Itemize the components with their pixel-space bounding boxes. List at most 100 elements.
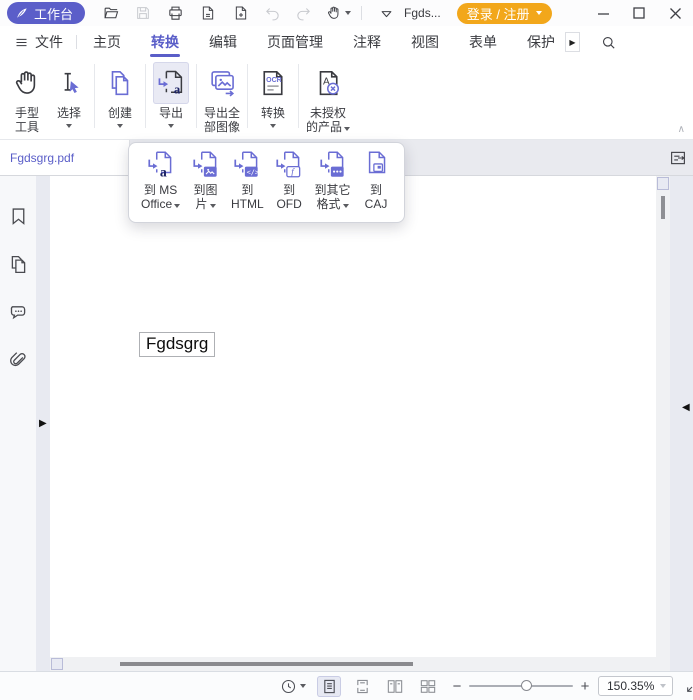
menu-protect[interactable]: 保护 (527, 26, 555, 58)
scroll-left-button[interactable] (51, 658, 63, 670)
export-dropdown-menu: a 到 MS Office 到图 片 </> 到 HTML f 到 OFD 到其… (128, 142, 405, 223)
toolbar-divider (94, 64, 95, 128)
comments-panel-button[interactable] (6, 300, 30, 324)
close-button[interactable] (657, 0, 693, 26)
login-register-label: 登录 / 注册 (467, 4, 530, 23)
redo-button[interactable] (291, 1, 315, 25)
toolbar-export-button[interactable]: a 导出 (150, 62, 192, 128)
toolbar-unauthorized-products-button[interactable]: A 未授权 的产品 (303, 62, 353, 134)
toolbar-collapse-button[interactable]: ∧ (678, 124, 685, 135)
window-controls (585, 0, 693, 26)
toolbar-convert-button[interactable]: OCR 转换 (252, 62, 294, 128)
save-button[interactable] (131, 1, 155, 25)
navigation-panel-strip (0, 176, 36, 671)
zoom-level-value: 150.35% (607, 679, 660, 693)
toolbar-divider (298, 64, 299, 128)
zoom-in-button[interactable]: + (578, 678, 592, 695)
single-page-view-button[interactable] (317, 676, 341, 697)
menubar: 文件 主页 转换 编辑 页面管理 注释 视图 表单 保护 ▶ (0, 26, 693, 58)
attachments-panel-button[interactable] (6, 348, 30, 372)
toolbar: 手型 工具 选择 创建 a 导出 导出全 部图像 OCR 转换 (0, 58, 693, 140)
dropdown-arrow-icon (174, 204, 180, 208)
zoom-level-select[interactable]: 150.35% (598, 676, 673, 696)
fullscreen-button[interactable] (685, 678, 693, 694)
zoom-slider-thumb[interactable] (521, 680, 532, 691)
toolbar-export-all-images-button[interactable]: 导出全 部图像 (201, 62, 243, 134)
workspace-button[interactable]: 工作台 (7, 2, 85, 24)
horizontal-scrollbar[interactable] (50, 657, 670, 671)
to-ms-office-icon: a (145, 150, 177, 182)
export-to-ms-office-item[interactable]: a 到 MS Office (141, 150, 180, 222)
scroll-up-button[interactable] (657, 177, 669, 190)
to-ofd-icon: f (273, 150, 305, 182)
export-to-ofd-item[interactable]: f 到 OFD (273, 150, 305, 222)
right-panel-collapse-strip[interactable]: ◀ (670, 176, 693, 671)
svg-text:</>: </> (247, 169, 260, 177)
hand-icon (9, 62, 45, 104)
login-register-button[interactable]: 登录 / 注册 (457, 3, 552, 24)
to-other-formats-icon (317, 150, 349, 182)
bookmarks-panel-button[interactable] (6, 204, 30, 228)
export-to-caj-item[interactable]: 到 CAJ (360, 150, 392, 222)
dropdown-arrow-icon (343, 204, 349, 208)
svg-text:a: a (174, 82, 181, 96)
dropdown-arrow-icon (168, 124, 174, 128)
vertical-scrollbar-thumb[interactable] (661, 196, 665, 219)
search-button[interactable] (596, 30, 620, 54)
continuous-view-button[interactable] (350, 676, 374, 697)
menu-edit[interactable]: 编辑 (209, 26, 237, 58)
menu-home[interactable]: 主页 (93, 26, 121, 58)
minimize-button[interactable] (585, 0, 621, 26)
page-text-field[interactable]: Fgdsgrg (139, 332, 215, 357)
right-panel-expand-arrow[interactable]: ◀ (682, 402, 690, 413)
vertical-scrollbar[interactable] (656, 176, 670, 657)
menu-convert[interactable]: 转换 (151, 26, 179, 58)
read-mode-button[interactable] (278, 678, 308, 695)
dropdown-arrow-icon (210, 204, 216, 208)
create-pdf-button[interactable] (196, 1, 220, 25)
facing-pages-view-button[interactable] (383, 676, 407, 697)
svg-text:a: a (159, 165, 166, 180)
zoom-slider[interactable] (469, 676, 573, 696)
toolbar-create-button[interactable]: 创建 (99, 62, 141, 128)
left-panel-expand-arrow[interactable]: ▶ (39, 418, 47, 429)
toolbar-select-button[interactable]: 选择 (48, 62, 90, 128)
dropdown-arrow-icon (66, 124, 72, 128)
undo-button[interactable] (260, 1, 284, 25)
export-document-icon: a (153, 62, 189, 104)
chevron-down-icon (345, 11, 351, 15)
export-to-image-item[interactable]: 到图 片 (190, 150, 222, 222)
pages-panel-button[interactable] (6, 252, 30, 276)
menu-page-management[interactable]: 页面管理 (267, 26, 323, 58)
maximize-button[interactable] (621, 0, 657, 26)
export-to-html-item[interactable]: </> 到 HTML (231, 150, 264, 222)
toolbar-divider (196, 64, 197, 128)
hamburger-icon (14, 35, 29, 50)
horizontal-scrollbar-thumb[interactable] (120, 662, 413, 666)
open-file-button[interactable] (99, 1, 123, 25)
print-button[interactable] (163, 1, 187, 25)
panel-toggle-icon[interactable] (667, 147, 689, 169)
text-select-icon (51, 62, 87, 104)
workspace-label: 工作台 (34, 4, 73, 23)
export-to-other-formats-item[interactable]: 到其它 格式 (315, 150, 351, 222)
menu-comment[interactable]: 注释 (353, 26, 381, 58)
dropdown-arrow-icon (270, 124, 276, 128)
left-panel-collapse-strip[interactable]: ▶ (36, 176, 50, 671)
ocr-document-icon: OCR (255, 62, 291, 104)
document-tab[interactable]: Fgdsgrg.pdf (0, 140, 130, 175)
menu-file-label: 文件 (35, 32, 63, 52)
document-tab-label: Fgdsgrg.pdf (10, 151, 74, 165)
zoom-out-button[interactable]: − (450, 678, 464, 695)
more-menus-button[interactable]: ▶ (565, 32, 580, 52)
menu-form[interactable]: 表单 (469, 26, 497, 58)
toolbar-hand-tool-button[interactable]: 手型 工具 (6, 62, 48, 134)
menu-file[interactable]: 文件 (14, 32, 63, 52)
customize-quick-toolbar-button[interactable] (374, 1, 398, 25)
pdf-page[interactable]: Fgdsgrg (50, 176, 656, 657)
hand-tool-quick-button[interactable] (321, 1, 355, 25)
grid-view-button[interactable] (416, 676, 440, 697)
new-tab-button[interactable] (229, 1, 253, 25)
menubar-divider (76, 35, 77, 49)
menu-view[interactable]: 视图 (411, 26, 439, 58)
